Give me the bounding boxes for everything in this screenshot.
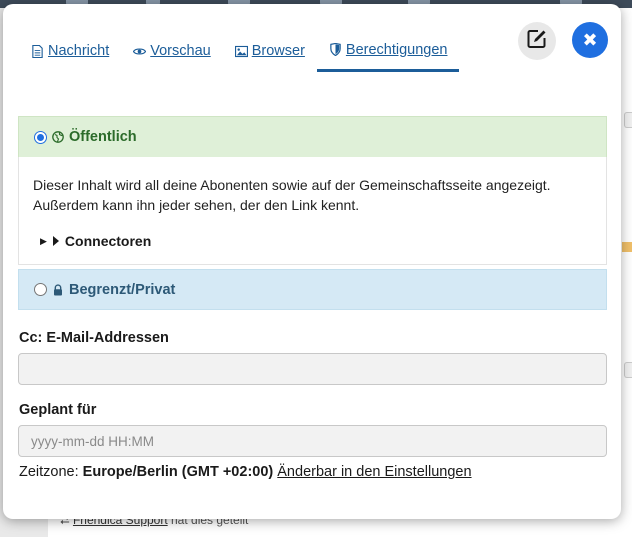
timezone-settings-link[interactable]: Änderbar in den Einstellungen xyxy=(277,464,471,480)
public-title: Öffentlich xyxy=(69,129,137,145)
connectors-label: Connectoren xyxy=(64,233,152,249)
cc-email-input[interactable] xyxy=(18,353,607,385)
globe-icon xyxy=(52,131,64,143)
tab-label: Browser xyxy=(251,43,305,59)
schedule-label: Geplant für xyxy=(19,402,97,418)
background-badge xyxy=(622,242,632,252)
timezone-prefix: Zeitzone: xyxy=(19,464,83,480)
visibility-public-body: Dieser Inhalt wird all deine Abonenten s… xyxy=(18,157,607,265)
public-radio[interactable] xyxy=(34,130,47,144)
visibility-public-header[interactable]: Öffentlich xyxy=(18,116,607,157)
lock-icon xyxy=(52,283,64,296)
compose-modal: Nachricht Vorschau Browser Berechtigunge… xyxy=(3,4,621,519)
timezone-value: Europe/Berlin (GMT +02:00) xyxy=(82,464,274,480)
caret-right-icon xyxy=(52,236,59,246)
close-icon: ✖ xyxy=(582,29,598,50)
visibility-private-header[interactable]: Begrenzt/Privat xyxy=(18,269,607,310)
modal-tabs: Nachricht Vorschau Browser Berechtigunge… xyxy=(19,30,460,72)
tab-label: Vorschau xyxy=(150,43,211,59)
tab-vorschau[interactable]: Vorschau xyxy=(121,30,222,72)
cc-label: Cc: E-Mail-Addressen xyxy=(19,330,169,346)
image-icon xyxy=(234,45,248,58)
disclosure-triangle-icon: ▶ xyxy=(40,235,47,246)
edit-button[interactable] xyxy=(518,22,556,60)
close-button[interactable]: ✖ xyxy=(572,22,608,58)
tab-label: Berechtigungen xyxy=(345,41,448,58)
public-description: Dieser Inhalt wird all deine Abonenten s… xyxy=(33,177,551,213)
edit-icon xyxy=(526,28,548,55)
tab-label: Nachricht xyxy=(48,43,110,59)
connectors-toggle[interactable]: ▶ Connectoren xyxy=(40,233,151,249)
background-widget-tab xyxy=(624,112,632,128)
private-radio[interactable] xyxy=(34,283,47,296)
tab-browser[interactable]: Browser xyxy=(223,30,317,72)
schedule-datetime-input[interactable] xyxy=(18,425,607,457)
background-widget-tab xyxy=(624,362,632,378)
file-text-icon xyxy=(31,44,44,58)
eye-icon xyxy=(133,45,147,58)
shield-icon xyxy=(329,43,342,56)
timezone-line: Zeitzone: Europe/Berlin (GMT +02:00) Änd… xyxy=(19,464,472,480)
tab-berechtigungen[interactable]: Berechtigungen xyxy=(316,30,460,72)
private-title: Begrenzt/Privat xyxy=(69,281,176,298)
tab-nachricht[interactable]: Nachricht xyxy=(19,30,121,72)
